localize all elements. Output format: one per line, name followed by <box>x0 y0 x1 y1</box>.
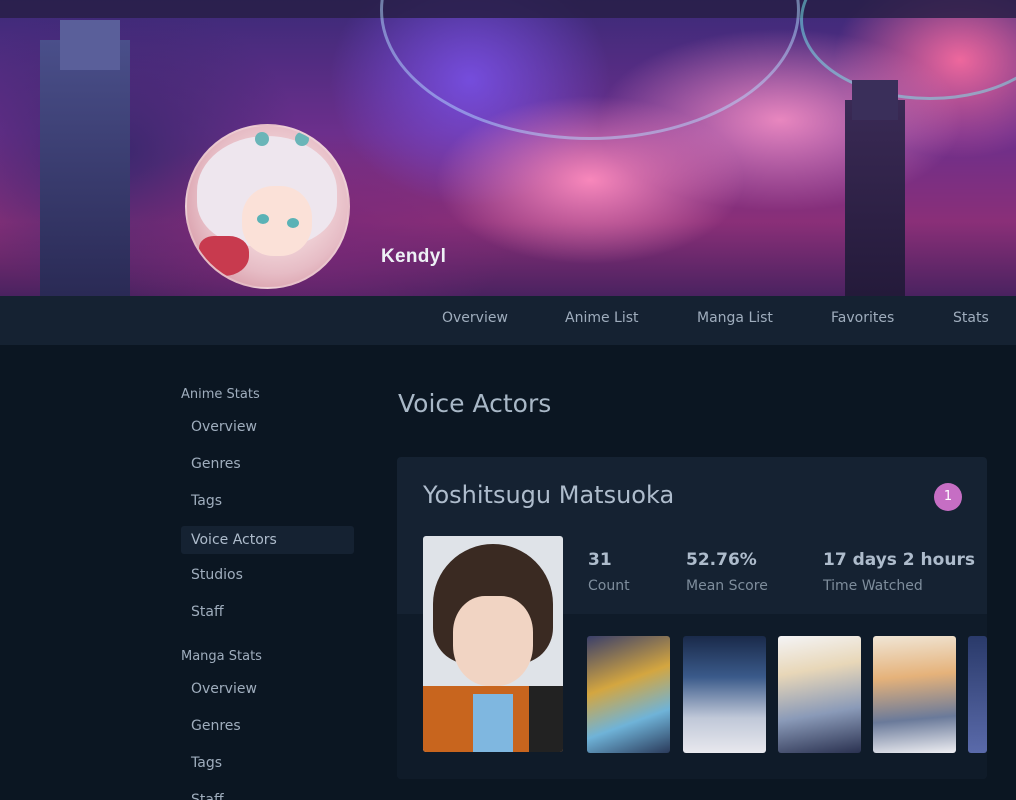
media-cover[interactable] <box>778 636 861 753</box>
avatar[interactable] <box>185 124 350 289</box>
sidebar-item-anime-genres[interactable]: Genres <box>181 450 354 478</box>
sidebar-item-manga-genres[interactable]: Genres <box>181 712 354 740</box>
banner-swirl <box>380 0 800 140</box>
banner-swirl <box>800 0 1016 100</box>
nav-overview[interactable]: Overview <box>442 310 508 326</box>
media-cover[interactable] <box>873 636 956 753</box>
voice-actor-photo[interactable] <box>423 536 563 752</box>
sidebar-item-anime-tags[interactable]: Tags <box>181 487 354 515</box>
sidebar-item-anime-studios[interactable]: Studios <box>181 561 354 589</box>
nav-anime-list[interactable]: Anime List <box>565 310 639 326</box>
stat-count-label: Count <box>588 578 630 594</box>
rank-badge: 1 <box>934 483 962 511</box>
voice-actor-name[interactable]: Yoshitsugu Matsuoka <box>423 481 674 509</box>
sidebar-item-anime-overview[interactable]: Overview <box>181 413 354 441</box>
banner-tower-left <box>40 40 130 296</box>
profile-banner <box>0 0 1016 296</box>
sidebar-item-anime-staff[interactable]: Staff <box>181 598 354 626</box>
banner-tower-right-top <box>852 80 898 120</box>
stat-time-watched-value: 17 days 2 hours <box>823 550 975 570</box>
sidebar-item-anime-voice-actors[interactable]: Voice Actors <box>181 526 354 554</box>
nav-stats[interactable]: Stats <box>953 310 989 326</box>
page-title: Voice Actors <box>398 389 552 418</box>
media-cover[interactable] <box>587 636 670 753</box>
stat-mean-score-label: Mean Score <box>686 578 768 594</box>
profile-username: Kendyl <box>381 246 447 267</box>
voice-actor-card: Yoshitsugu Matsuoka 1 31 Count 52.76% Me… <box>397 457 987 779</box>
banner-tower-right <box>845 100 905 296</box>
banner-tower-left-top <box>60 20 120 70</box>
profile-nav: Overview Anime List Manga List Favorites… <box>0 296 1016 345</box>
sidebar-item-manga-overview[interactable]: Overview <box>181 675 354 703</box>
sidebar-item-manga-staff[interactable]: Staff <box>181 786 354 800</box>
nav-manga-list[interactable]: Manga List <box>697 310 773 326</box>
sidebar-item-manga-tags[interactable]: Tags <box>181 749 354 777</box>
stat-time-watched-label: Time Watched <box>823 578 923 594</box>
stat-mean-score-value: 52.76% <box>686 550 757 570</box>
sidebar-heading-anime-stats: Anime Stats <box>181 387 260 402</box>
media-cover[interactable] <box>968 636 987 753</box>
sidebar-heading-manga-stats: Manga Stats <box>181 649 262 664</box>
nav-favorites[interactable]: Favorites <box>831 310 894 326</box>
stat-count-value: 31 <box>588 550 612 570</box>
media-cover[interactable] <box>683 636 766 753</box>
